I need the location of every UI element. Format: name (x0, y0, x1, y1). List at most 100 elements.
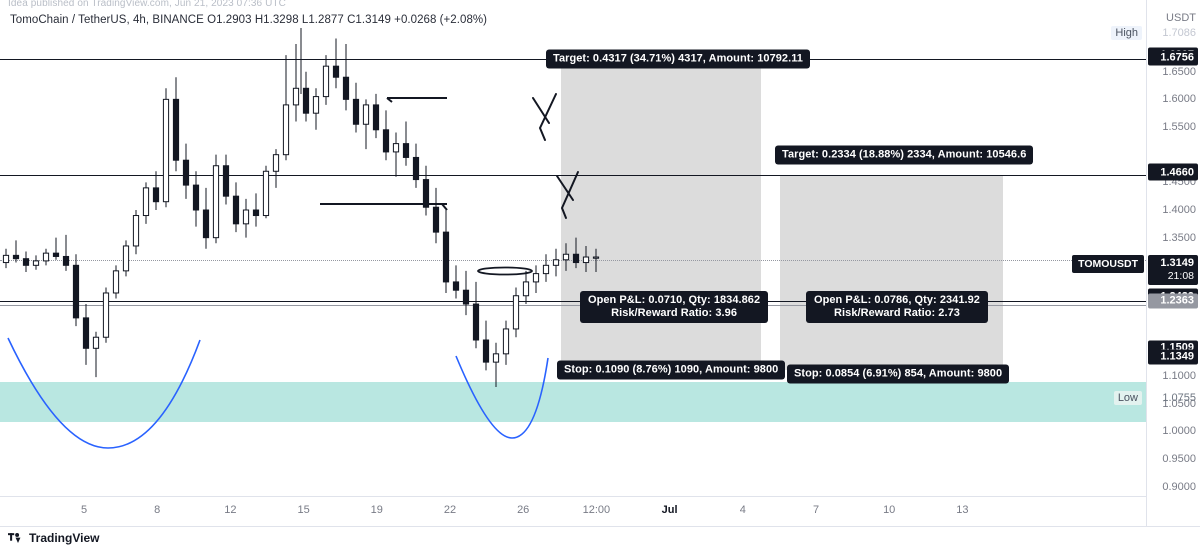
price-tick-0.9500: 0.9500 (1162, 452, 1196, 465)
time-tick-4: 4 (739, 504, 746, 516)
position-1-target-label[interactable]: Target: 0.4317 (34.71%) 4317, Amount: 10… (546, 49, 810, 69)
bar-countdown: 21:08 (1167, 270, 1194, 282)
candle-41 (412, 143, 420, 188)
legend-symbol[interactable]: TomoChain / TetherUS, 4h, BINANCE (10, 14, 204, 26)
position-2-pnl: Open P&L: 0.0786, Qty: 2341.92 (814, 294, 980, 306)
candle-19 (192, 171, 200, 227)
candle-11 (112, 265, 120, 299)
candle-45 (452, 265, 460, 299)
position-2-rr: Risk/Reward Ratio: 2.73 (834, 307, 960, 319)
time-axis[interactable] (0, 496, 1146, 526)
candle-47 (472, 281, 480, 349)
candle-36 (362, 99, 370, 150)
symbol-price-tag[interactable]: TOMOUSDT (1072, 255, 1144, 273)
legend-high: H1.3298 (254, 14, 299, 26)
legend-open: O1.2903 (207, 14, 252, 26)
candle-10 (102, 287, 110, 343)
candle-31 (312, 88, 320, 130)
position-2-profit-zone[interactable] (780, 176, 1003, 301)
candle-54 (542, 254, 550, 282)
price-tick-1.6500: 1.6500 (1162, 65, 1196, 78)
time-tick-8: 8 (154, 504, 161, 516)
tradingview-chart-screen: Idea published on TradingView.com, Jun 2… (0, 0, 1200, 551)
candle-29 (292, 44, 300, 122)
candle-32 (322, 55, 330, 105)
candle-42 (422, 165, 430, 216)
tv-mark-icon (8, 532, 21, 543)
candle-49 (492, 342, 500, 388)
candle-53 (532, 265, 540, 293)
last-price-tag[interactable]: 1.3149 21:08 (1148, 255, 1198, 285)
candle-16 (162, 88, 170, 208)
price-tick-1.1000: 1.1000 (1162, 369, 1196, 382)
candle-14 (142, 182, 150, 224)
time-tick-10: 10 (883, 504, 896, 516)
candle-52 (522, 270, 530, 305)
candle-3 (32, 255, 40, 270)
price-tick-1.0000: 1.0000 (1162, 425, 1196, 438)
candle-43 (432, 187, 440, 244)
candle-17 (172, 77, 180, 172)
position-2-target-label[interactable]: Target: 0.2334 (18.88%) 2334, Amount: 10… (775, 145, 1034, 165)
candle-51 (512, 287, 520, 338)
low-price-value: 1.0755 (1162, 392, 1196, 404)
price-tag-1.1349[interactable]: 1.1349 (1148, 349, 1198, 365)
chart-pane[interactable]: Target: 0.4317 (34.71%) 4317, Amount: 10… (0, 28, 1146, 496)
support-zone-band (0, 382, 1146, 422)
price-tag-1.2363[interactable]: 1.2363 (1148, 293, 1198, 309)
legend-change: +0.0268 (+2.08%) (394, 14, 488, 26)
candle-25 (252, 193, 260, 227)
time-tick-19: 19 (370, 504, 383, 516)
candle-34 (342, 44, 350, 111)
candle-24 (242, 198, 250, 238)
position-2-stop-label[interactable]: Stop: 0.0854 (6.91%) 854, Amount: 9800 (787, 364, 1010, 384)
price-tag-1.4660[interactable]: 1.4660 (1148, 165, 1198, 181)
price-tick-1.3500: 1.3500 (1162, 231, 1196, 244)
candle-37 (372, 93, 380, 139)
candle-40 (402, 121, 410, 166)
price-tick-1.5500: 1.5500 (1162, 121, 1196, 134)
candle-22 (222, 154, 230, 205)
candle-35 (352, 82, 360, 133)
candle-50 (502, 320, 510, 365)
time-tick-Jul: Jul (661, 504, 678, 516)
candle-0 (2, 248, 10, 269)
tradingview-logo[interactable]: TradingView (8, 531, 99, 545)
position-1-info-label[interactable]: Open P&L: 0.0710, Qty: 1834.862 Risk/Rew… (580, 291, 769, 323)
candle-20 (202, 187, 210, 249)
candle-21 (212, 154, 220, 244)
price-tick-0.9000: 0.9000 (1162, 480, 1196, 493)
time-tick-7: 7 (812, 504, 820, 516)
position-1-pnl: Open P&L: 0.0710, Qty: 1834.862 (588, 294, 761, 306)
time-tick-5: 5 (80, 504, 88, 516)
candle-38 (382, 110, 390, 161)
candle-13 (132, 210, 140, 255)
candle-7 (72, 254, 80, 327)
candle-28 (282, 55, 290, 161)
candle-6 (62, 234, 70, 271)
candle-2 (22, 251, 30, 272)
candle-26 (262, 165, 270, 219)
time-tick-22: 22 (443, 504, 457, 516)
candle-18 (182, 143, 190, 199)
position-1-profit-zone[interactable] (561, 60, 761, 301)
position-1-stop-label[interactable]: Stop: 0.1090 (8.76%) 1090, Amount: 9800 (557, 360, 786, 380)
price-tick-1.4000: 1.4000 (1162, 204, 1196, 216)
candle-44 (442, 210, 450, 293)
high-badge: High (1111, 26, 1142, 40)
price-tag-1.6756[interactable]: 1.6756 (1148, 50, 1198, 66)
time-tick-15: 15 (297, 504, 310, 516)
time-tick-12: 12 (224, 504, 237, 516)
tradingview-wordmark: TradingView (29, 531, 100, 545)
price-tick-1.6000: 1.6000 (1162, 93, 1196, 106)
high-price-value: 1.7086 (1162, 27, 1196, 39)
candle-12 (122, 240, 130, 277)
position-2-info-label[interactable]: Open P&L: 0.0786, Qty: 2341.92 Risk/Rewa… (806, 291, 988, 323)
candle-4 (42, 248, 50, 266)
legend-close: C1.3149 (347, 14, 391, 26)
legend-low: L1.2877 (301, 14, 344, 26)
level-line-1.4660[interactable] (0, 175, 1146, 176)
candle-8 (82, 304, 90, 365)
low-badge: Low (1113, 391, 1142, 405)
time-tick-12:00: 12:00 (582, 504, 611, 516)
